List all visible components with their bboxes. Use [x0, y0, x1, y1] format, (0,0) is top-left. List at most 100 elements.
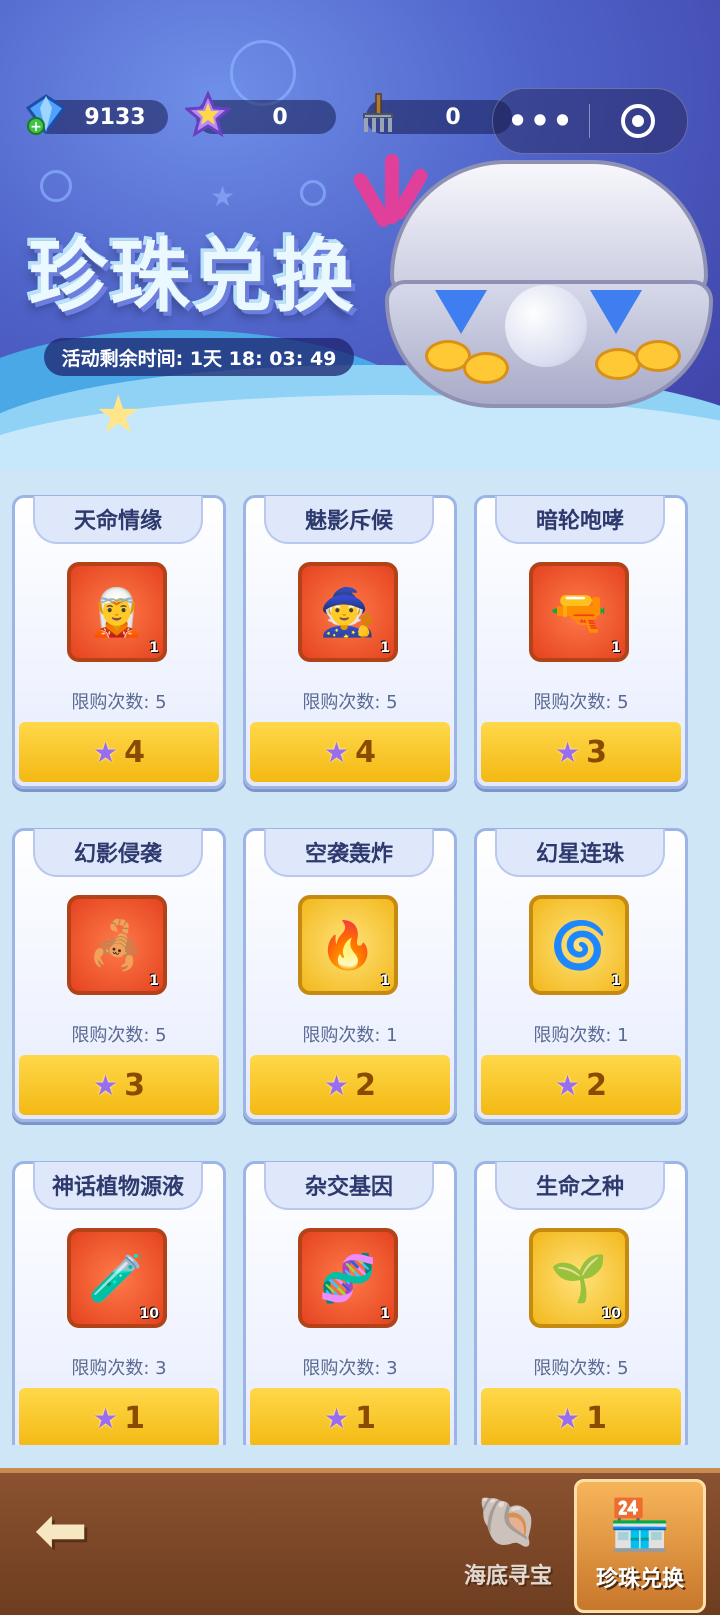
shop-item-card[interactable]: 神话植物源液 🧪 10 限购次数: 3 ★ 1 — [12, 1161, 226, 1445]
shop-item-card[interactable]: 暗轮咆哮 🔫 1 限购次数: 5 ★ 3 — [474, 495, 688, 789]
purchase-limit: 限购次数: 5 — [533, 692, 629, 713]
item-price: 3 — [586, 734, 607, 770]
rake-counter: 0 — [363, 93, 512, 134]
phantom-blaster-icon: 🦂 — [88, 917, 146, 972]
svg-text:+: + — [30, 119, 42, 135]
back-button[interactable]: ⬅ — [18, 1494, 104, 1568]
bubble-decoration — [40, 170, 72, 202]
event-countdown: 活动剩余时间: 1天 18: 03: 49 — [44, 338, 354, 376]
bubble-decoration — [300, 180, 326, 206]
event-banner: ★ ★ + 9133 0 0 ••• 珍珠兑换 活动剩余时间: 1天 18: 0… — [0, 0, 720, 470]
tab-label: 珍珠兑换 — [595, 1567, 684, 1592]
item-name: 幻星连珠 — [495, 829, 665, 877]
star-coin-icon: ★ — [93, 1401, 119, 1435]
item-icon-frame[interactable]: 🧝 1 — [67, 562, 167, 662]
item-price: 2 — [586, 1067, 607, 1103]
purchase-limit: 限购次数: 1 — [302, 1025, 398, 1046]
item-quantity: 10 — [601, 1306, 621, 1322]
buy-button[interactable]: ★ 1 — [250, 1388, 450, 1445]
purchase-limit: 限购次数: 5 — [71, 1025, 167, 1046]
item-icon-frame[interactable]: 🔫 1 — [529, 562, 629, 662]
tab-pearl-exchange[interactable]: 🏪 珍珠兑换 — [574, 1479, 706, 1613]
item-name: 暗轮咆哮 — [495, 496, 665, 544]
shop-item-card[interactable]: 幻影侵袭 🦂 1 限购次数: 5 ★ 3 — [12, 828, 226, 1122]
airstrike-card-icon: 🔥 — [319, 917, 377, 972]
shell-top — [390, 160, 708, 298]
bottom-nav-bar: ⬅ 🐚 海底寻宝 🏪 珍珠兑换 — [0, 1468, 720, 1615]
shop-item-card[interactable]: 天命情缘 🧝 1 限购次数: 5 ★ 4 — [12, 495, 226, 789]
item-name: 魅影斥候 — [264, 496, 434, 544]
purple-scout-icon: 🧙 — [319, 584, 377, 639]
star-coin-counter: 0 — [185, 91, 336, 137]
item-icon-frame[interactable]: 🔥 1 — [298, 895, 398, 995]
item-quantity: 1 — [380, 973, 390, 989]
buy-button[interactable]: ★ 3 — [19, 1055, 219, 1115]
rake-icon — [354, 90, 402, 138]
gem-icon — [435, 290, 487, 334]
exchange-grid: 天命情缘 🧝 1 限购次数: 5 ★ 4 魅影斥候 🧙 1 限购次数: 5 ★ 4 暗轮咆哮 🔫 1 限购次数… — [12, 495, 708, 1445]
item-icon-frame[interactable]: 🧬 1 — [298, 1228, 398, 1328]
more-options-button[interactable]: ••• — [493, 102, 589, 140]
page-title: 珍珠兑换 — [28, 230, 356, 323]
item-price: 4 — [355, 734, 376, 770]
shop-item-card[interactable]: 空袭轰炸 🔥 1 限购次数: 1 ★ 2 — [243, 828, 457, 1122]
star-coin-icon — [184, 90, 232, 138]
item-quantity: 1 — [380, 1306, 390, 1322]
buy-button[interactable]: ★ 2 — [250, 1055, 450, 1115]
target-icon — [621, 104, 655, 138]
item-icon-frame[interactable]: 🧪 10 — [67, 1228, 167, 1328]
item-price: 1 — [355, 1400, 376, 1436]
gene-tube-icon: 🧬 — [319, 1250, 377, 1305]
pearl-icon — [505, 285, 587, 367]
shop-item-card[interactable]: 魅影斥候 🧙 1 限购次数: 5 ★ 4 — [243, 495, 457, 789]
star-coin-icon: ★ — [555, 735, 581, 769]
item-quantity: 10 — [139, 1306, 159, 1322]
item-icon-frame[interactable]: 🧙 1 — [298, 562, 398, 662]
bubble-decoration — [230, 40, 296, 106]
item-quantity: 1 — [611, 973, 621, 989]
star-coin-icon: ★ — [324, 1401, 350, 1435]
buy-button[interactable]: ★ 1 — [481, 1388, 681, 1445]
shop-item-card[interactable]: 杂交基因 🧬 1 限购次数: 3 ★ 1 — [243, 1161, 457, 1445]
star-coin-icon: ★ — [93, 735, 119, 769]
gem-icon — [590, 290, 642, 334]
item-icon-frame[interactable]: 🌱 10 — [529, 1228, 629, 1328]
item-price: 4 — [124, 734, 145, 770]
buy-button[interactable]: ★ 4 — [250, 722, 450, 782]
purchase-limit: 限购次数: 5 — [71, 692, 167, 713]
star-coin-icon: ★ — [555, 1068, 581, 1102]
close-target-button[interactable] — [590, 104, 686, 138]
item-price: 1 — [124, 1400, 145, 1436]
star-decoration: ★ — [95, 385, 142, 445]
star-coin-icon: ★ — [555, 1401, 581, 1435]
shop-stall-icon: 🏪 — [608, 1496, 672, 1554]
buy-button[interactable]: ★ 1 — [19, 1388, 219, 1445]
shop-item-card[interactable]: 生命之种 🌱 10 限购次数: 5 ★ 1 — [474, 1161, 688, 1445]
star-coin-icon: ★ — [324, 1068, 350, 1102]
warrior-girl-icon: 🧝 — [88, 584, 146, 639]
clam-shell-icon: 🐚 — [476, 1493, 540, 1551]
golden-seed-icon: 🌱 — [550, 1250, 608, 1305]
item-icon-frame[interactable]: 🌀 1 — [529, 895, 629, 995]
item-name: 生命之种 — [495, 1162, 665, 1210]
item-quantity: 1 — [611, 640, 621, 656]
star-decoration: ★ — [210, 180, 236, 213]
item-icon-frame[interactable]: 🦂 1 — [67, 895, 167, 995]
diamond-counter[interactable]: + 9133 — [25, 94, 168, 135]
buy-button[interactable]: ★ 4 — [19, 722, 219, 782]
potion-flask-icon: 🧪 — [88, 1250, 146, 1305]
coin-icon — [463, 352, 509, 384]
coin-icon — [595, 348, 641, 380]
buy-button[interactable]: ★ 2 — [481, 1055, 681, 1115]
purchase-limit: 限购次数: 5 — [533, 1358, 629, 1379]
diamond-plus-icon: + — [22, 90, 70, 138]
back-arrow-icon: ⬅ — [34, 1494, 88, 1568]
purchase-limit: 限购次数: 1 — [533, 1025, 629, 1046]
item-quantity: 1 — [149, 973, 159, 989]
buy-button[interactable]: ★ 3 — [481, 722, 681, 782]
tab-deep-sea-treasure[interactable]: 🐚 海底寻宝 — [448, 1479, 568, 1607]
purchase-limit: 限购次数: 3 — [302, 1358, 398, 1379]
shop-item-card[interactable]: 幻星连珠 🌀 1 限购次数: 1 ★ 2 — [474, 828, 688, 1122]
star-chain-card-icon: 🌀 — [550, 917, 608, 972]
item-name: 天命情缘 — [33, 496, 203, 544]
